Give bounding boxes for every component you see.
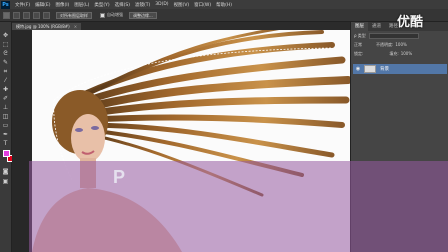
text-tool-icon[interactable]: T	[2, 140, 9, 147]
crop-tool-icon[interactable]: ⌗	[2, 68, 9, 75]
quick-selection-tool-icon[interactable]	[3, 11, 10, 19]
menu-select[interactable]: 选择(S)	[115, 2, 130, 8]
menu-file[interactable]: 文件(F)	[15, 2, 30, 8]
tab-layers[interactable]: 图层	[351, 22, 368, 31]
kind-filter-label[interactable]: ρ 类型	[354, 33, 366, 39]
pen-tool-icon[interactable]: ✒	[2, 131, 9, 138]
fill-value[interactable]: 100%	[401, 51, 412, 56]
gradient-tool-icon[interactable]: ▭	[2, 122, 9, 129]
layer-row-background[interactable]: ◉ 背景	[353, 64, 447, 74]
menu-filter[interactable]: 滤镜(T)	[135, 2, 150, 8]
tools-panel: ✥ ⬚ ᘓ ✎ ⌗ ⁄ ✚ ✐ ⊥ ◫ ▭ ✒ T ◙ ▣	[0, 22, 14, 252]
menu-image[interactable]: 图像(I)	[55, 2, 69, 8]
auto-enhance-label: 自动增强	[107, 12, 123, 17]
brush-tool-icon[interactable]: ✐	[2, 95, 9, 102]
menu-view[interactable]: 视图(V)	[174, 2, 190, 8]
auto-enhance-checkbox[interactable]	[100, 12, 105, 18]
lock-label: 锁定:	[354, 50, 364, 56]
menu-help[interactable]: 帮助(H)	[216, 2, 232, 8]
subtract-selection-icon[interactable]	[33, 11, 40, 19]
layer-filter-row: ρ 类型	[351, 31, 448, 40]
lasso-tool-icon[interactable]: ᘓ	[2, 50, 9, 57]
eraser-tool-icon[interactable]: ◫	[2, 113, 9, 120]
move-tool-icon[interactable]: ✥	[2, 32, 9, 39]
layer-name: 背景	[380, 67, 389, 72]
opacity-label: 不透明度:	[376, 41, 394, 47]
eye-icon[interactable]: ◉	[355, 66, 361, 72]
refine-edge-button[interactable]: 调整边缘...	[129, 11, 157, 19]
tab-channels[interactable]: 通道	[368, 22, 385, 31]
purple-overlay-band	[29, 161, 448, 252]
blend-mode-select[interactable]: 正常	[354, 42, 362, 48]
menu-3d[interactable]: 3D(D)	[155, 2, 168, 7]
blend-row: 正常 不透明度: 100%	[351, 40, 448, 49]
add-to-selection-icon[interactable]	[23, 11, 30, 19]
quick-select-tool-icon[interactable]: ✎	[2, 59, 9, 66]
quick-mask-icon[interactable]: ◙	[2, 168, 9, 175]
marquee-tool-icon[interactable]: ⬚	[2, 41, 9, 48]
screen-mode-icon[interactable]: ▣	[2, 178, 9, 185]
menu-layer[interactable]: 图层(L)	[74, 2, 89, 8]
menu-type[interactable]: 类型(Y)	[94, 2, 109, 8]
clone-stamp-icon[interactable]: ⊥	[2, 104, 9, 111]
menu-bar: Ps 文件(F) 编辑(E) 图像(I) 图层(L) 类型(Y) 选择(S) 滤…	[0, 0, 448, 9]
menu-window[interactable]: 窗口(W)	[194, 2, 211, 8]
menu-edit[interactable]: 编辑(E)	[35, 2, 50, 8]
photoshop-logo: Ps	[1, 0, 10, 9]
brush-size-icon[interactable]	[43, 11, 50, 19]
new-selection-icon[interactable]	[13, 11, 20, 19]
youku-watermark: 优酷	[397, 15, 424, 30]
sample-all-layers-button[interactable]: 对所有图层取样	[56, 11, 92, 19]
document-tab[interactable]: 模特.jpg @ 100% (RGB/8#) ×	[12, 23, 82, 30]
options-bar: 对所有图层取样 自动增强 调整边缘...	[0, 9, 448, 22]
p-logo: P	[112, 167, 125, 187]
healing-brush-icon[interactable]: ✚	[2, 86, 9, 93]
close-icon[interactable]: ×	[74, 23, 77, 30]
fill-label: 填充:	[389, 50, 399, 56]
opacity-value[interactable]: 100%	[395, 42, 406, 47]
document-tab-bar: 模特.jpg @ 100% (RGB/8#) ×	[12, 22, 350, 30]
document-tab-title: 模特.jpg @ 100% (RGB/8#)	[16, 24, 70, 29]
lock-row: 锁定: 填充: 100%	[351, 49, 448, 58]
layer-thumbnail	[364, 65, 376, 73]
eyedropper-tool-icon[interactable]: ⁄	[2, 77, 9, 84]
foreground-color-swatch[interactable]	[3, 150, 10, 157]
filter-field[interactable]	[368, 32, 419, 39]
